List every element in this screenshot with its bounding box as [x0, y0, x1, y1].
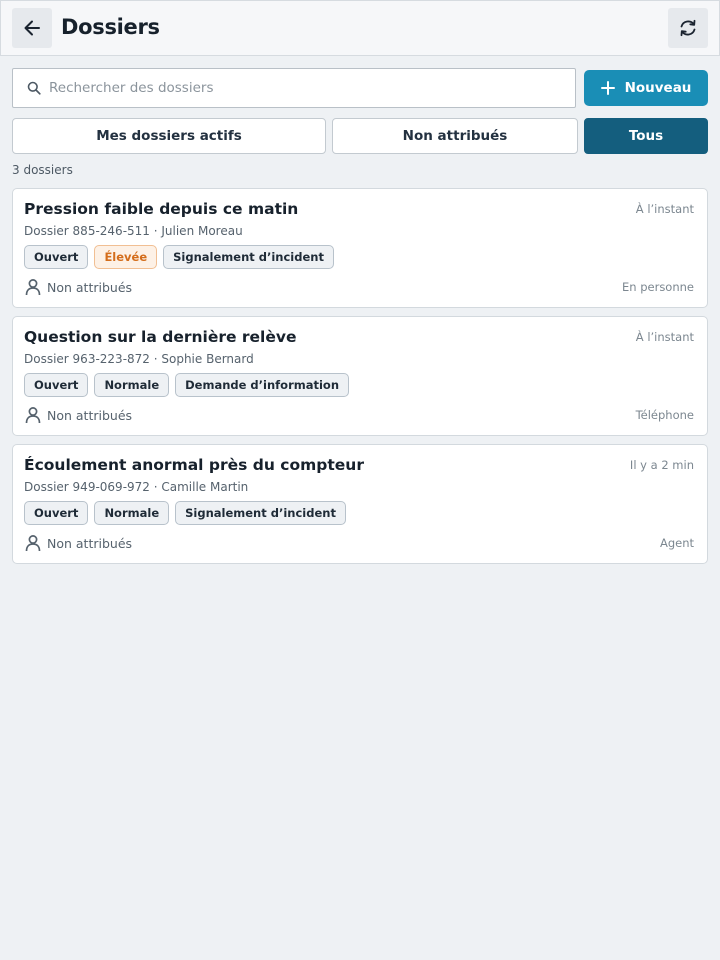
person-icon: [25, 279, 41, 296]
search-box: [12, 68, 576, 108]
assignee-label: Non attribués: [47, 535, 133, 551]
case-assignee: Non attribués: [25, 534, 132, 552]
type-badge: Signalement d’incident: [175, 501, 346, 525]
app-header: Dossiers: [0, 0, 720, 56]
case-time: Il y a 2 min: [629, 458, 694, 472]
status-badge: Ouvert: [24, 245, 89, 269]
priority-badge: Normale: [94, 373, 170, 397]
case-meta: Dossier 963-223-872 · Sophie Bernard: [24, 352, 254, 366]
filter-all[interactable]: Tous: [584, 118, 708, 154]
person-icon: [25, 407, 41, 424]
status-badge: Ouvert: [24, 373, 89, 397]
case-meta: Dossier 885-246-511 · Julien Moreau: [24, 224, 243, 238]
case-count: 3 dossiers: [12, 163, 73, 177]
priority-badge: Élevée: [94, 245, 158, 269]
case-meta: Dossier 949-069-972 · Camille Martin: [24, 480, 249, 494]
case-channel: Agent: [659, 536, 694, 550]
type-badge: Demande d’information: [175, 373, 350, 397]
type-badge: Signalement d’incident: [163, 245, 334, 269]
case-assignee: Non attribués: [25, 278, 132, 296]
search-icon: [27, 81, 41, 95]
refresh-icon: [680, 19, 696, 37]
case-card[interactable]: Pression faible depuis ce matin À l’inst…: [12, 188, 708, 308]
case-assignee: Non attribués: [25, 406, 132, 424]
case-channel: Téléphone: [635, 408, 694, 422]
filter-unassigned[interactable]: Non attribués: [332, 118, 578, 154]
case-card[interactable]: Question sur la dernière relève À l’inst…: [12, 316, 708, 436]
assignee-label: Non attribués: [47, 279, 133, 295]
page-title: Dossiers: [61, 15, 160, 39]
case-tags: Ouvert Normale Signalement d’incident: [24, 501, 346, 525]
case-card[interactable]: Écoulement anormal près du compteur Il y…: [12, 444, 708, 564]
assignee-label: Non attribués: [47, 407, 133, 423]
person-icon: [25, 535, 41, 552]
arrow-left-icon: [24, 20, 40, 36]
case-title: Question sur la dernière relève: [24, 328, 297, 346]
status-badge: Ouvert: [24, 501, 89, 525]
case-tags: Ouvert Élevée Signalement d’incident: [24, 245, 334, 269]
priority-badge: Normale: [94, 501, 170, 525]
refresh-button[interactable]: [668, 8, 708, 48]
filter-my-active-cases[interactable]: Mes dossiers actifs: [12, 118, 326, 154]
new-case-button[interactable]: Nouveau: [584, 70, 708, 106]
case-time: À l’instant: [635, 202, 694, 216]
back-button[interactable]: [12, 8, 52, 48]
search-input[interactable]: [49, 69, 569, 107]
case-tags: Ouvert Normale Demande d’information: [24, 373, 350, 397]
new-case-label: Nouveau: [624, 80, 692, 96]
case-time: À l’instant: [635, 330, 694, 344]
case-title: Pression faible depuis ce matin: [24, 200, 299, 218]
plus-icon: [600, 81, 615, 95]
case-channel: En personne: [622, 280, 694, 294]
case-title: Écoulement anormal près du compteur: [24, 456, 364, 474]
